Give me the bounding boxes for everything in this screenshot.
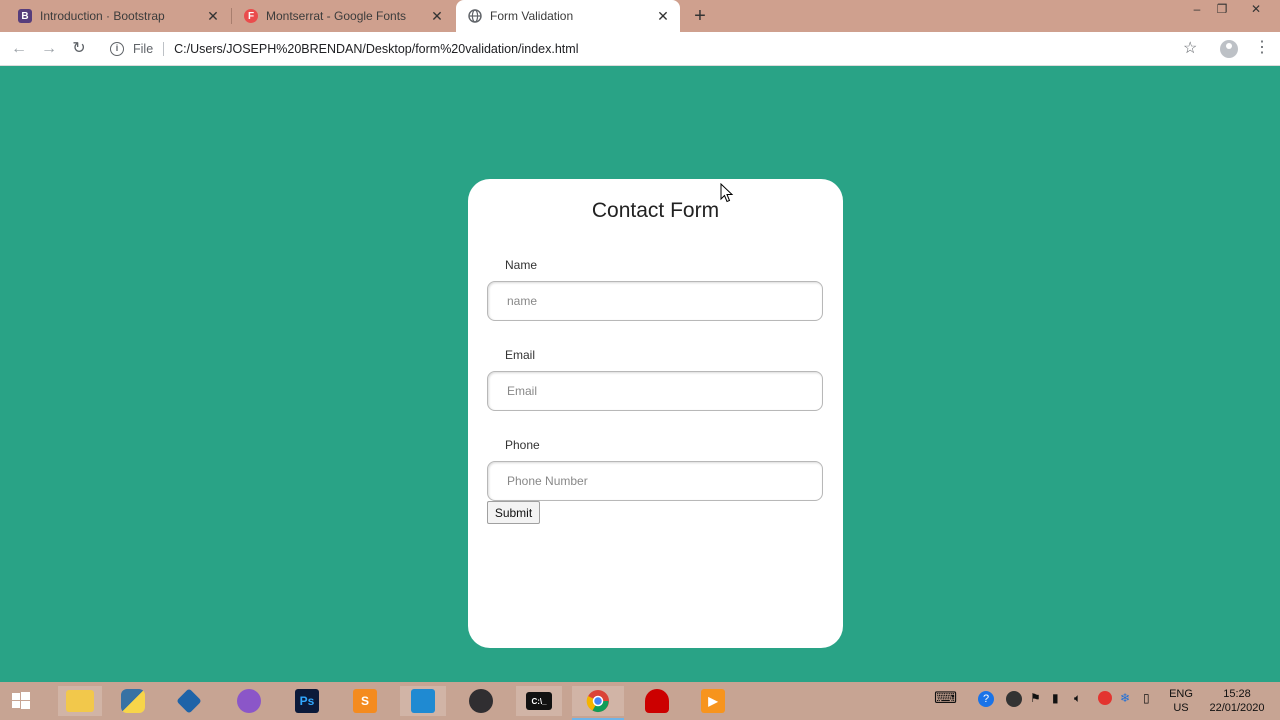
obs-tray-icon[interactable] <box>1006 691 1022 707</box>
forward-arrow-icon[interactable]: → <box>40 40 58 58</box>
reload-icon[interactable]: ↻ <box>70 40 88 58</box>
keyboard-icon[interactable]: ⌨ <box>934 688 957 708</box>
system-clock[interactable]: 15:28 22/01/2020 <box>1200 687 1274 715</box>
snowflake-icon[interactable]: ❄ <box>1120 691 1130 705</box>
clock-date: 22/01/2020 <box>1209 702 1265 714</box>
photoshop-icon[interactable]: Ps <box>292 686 322 716</box>
info-icon[interactable]: i <box>110 42 124 56</box>
minimize-icon[interactable]: – <box>1187 2 1207 18</box>
tab-title: Montserrat - Google Fonts <box>266 9 407 23</box>
language-region: US <box>1173 702 1189 714</box>
flag-icon[interactable]: ⚑ <box>1030 691 1041 705</box>
phone-label: Phone <box>505 438 540 452</box>
profile-avatar-icon[interactable] <box>1220 40 1238 58</box>
windows-taskbar: Ps S C:\_ ▶ ⌨ ? ⚑ ▮ 🔈︎ ❄ ▯ ENG US 15:28 … <box>0 682 1280 720</box>
tab-bootstrap[interactable]: B Introduction · Bootstrap ✕ <box>0 0 230 32</box>
bookmark-star-icon[interactable]: ☆ <box>1183 40 1197 58</box>
phone-input[interactable] <box>487 461 823 501</box>
python-icon[interactable] <box>118 686 148 716</box>
github-desktop-icon[interactable] <box>234 686 264 716</box>
media-player-icon[interactable]: ▶ <box>698 686 728 716</box>
help-icon[interactable]: ? <box>978 691 994 707</box>
menu-kebab-icon[interactable]: ⋮ <box>1254 39 1270 57</box>
file-explorer-icon[interactable] <box>58 686 102 716</box>
email-input[interactable] <box>487 371 823 411</box>
sublime-text-icon[interactable]: S <box>350 686 380 716</box>
scheme-label: File <box>133 42 154 56</box>
tab-title: Introduction · Bootstrap <box>40 9 165 23</box>
tab-title: Form Validation <box>490 9 574 23</box>
language-code: ENG <box>1169 688 1193 700</box>
new-tab-button[interactable]: + <box>690 6 710 26</box>
clock-time: 15:28 <box>1223 688 1251 700</box>
vscode-icon[interactable] <box>400 686 446 716</box>
name-label: Name <box>505 258 538 272</box>
record-icon[interactable] <box>1098 691 1112 705</box>
redhat-icon[interactable] <box>642 686 672 716</box>
globe-icon <box>468 9 482 23</box>
address-separator <box>163 42 165 56</box>
close-tab-icon[interactable]: ✕ <box>430 9 444 23</box>
bootstrap-favicon-icon: B <box>18 9 32 23</box>
form-title: Contact Form <box>591 199 720 222</box>
language-indicator[interactable]: ENG US <box>1166 687 1196 715</box>
chrome-icon[interactable] <box>572 686 624 720</box>
tab-form-validation[interactable]: Form Validation ✕ <box>456 0 680 32</box>
battery-icon[interactable]: ▯ <box>1143 691 1150 705</box>
close-tab-icon[interactable]: ✕ <box>206 9 220 23</box>
tab-strip: B Introduction · Bootstrap ✕ F Montserra… <box>0 0 1280 32</box>
close-window-icon[interactable]: ✕ <box>1246 2 1266 18</box>
windows-start-icon[interactable] <box>6 686 36 716</box>
mouse-cursor-icon <box>720 183 734 203</box>
google-fonts-favicon-icon: F <box>244 9 258 23</box>
address-bar[interactable]: i File C:/Users/JOSEPH%20BRENDAN/Desktop… <box>104 37 1214 61</box>
network-icon[interactable]: ▮ <box>1052 691 1059 705</box>
submit-button[interactable]: Submit <box>487 501 540 524</box>
obs-icon[interactable] <box>466 686 496 716</box>
volume-icon[interactable]: 🔈︎ <box>1074 691 1081 706</box>
contact-form-card: Contact Form Name Email Phone Submit <box>468 179 843 648</box>
browser-toolbar: ← → ↻ i File C:/Users/JOSEPH%20BRENDAN/D… <box>0 32 1280 66</box>
email-label: Email <box>505 348 536 362</box>
back-arrow-icon[interactable]: ← <box>10 40 28 58</box>
virtualbox-icon[interactable] <box>174 686 204 716</box>
close-tab-icon[interactable]: ✕ <box>656 9 670 23</box>
url-text[interactable]: C:/Users/JOSEPH%20BRENDAN/Desktop/form%2… <box>174 42 578 56</box>
restore-icon[interactable]: ❐ <box>1212 2 1232 18</box>
name-input[interactable] <box>487 281 823 321</box>
terminal-icon[interactable]: C:\_ <box>516 686 562 716</box>
tab-google-fonts[interactable]: F Montserrat - Google Fonts ✕ <box>232 0 454 32</box>
